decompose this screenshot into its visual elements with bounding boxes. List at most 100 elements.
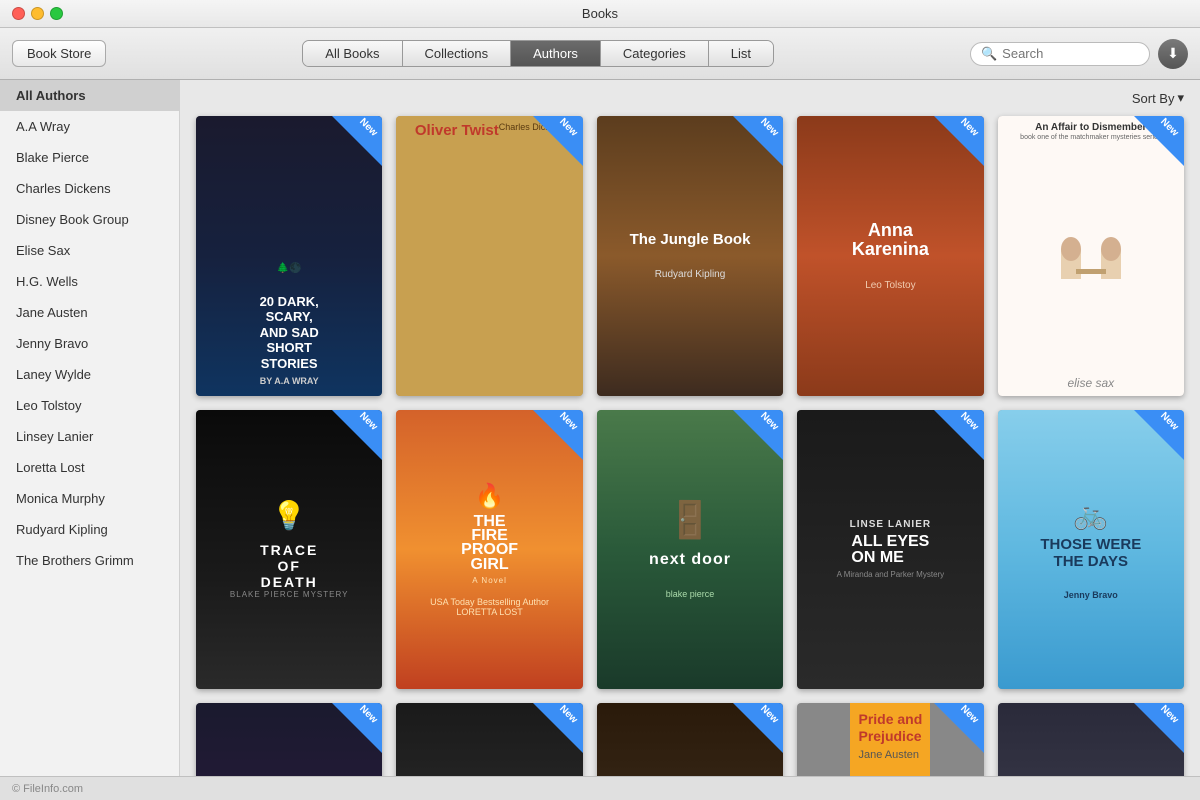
tab-collections[interactable]: Collections <box>403 41 512 66</box>
minimize-button[interactable] <box>31 7 44 20</box>
book-title: Pride andPrejudice <box>858 711 922 745</box>
book-title: next door <box>649 551 731 569</box>
book-badge-new: New <box>533 410 583 460</box>
book-author: Leo Tolstoy <box>865 280 915 291</box>
book-author: Jenny Bravo <box>1064 590 1118 600</box>
badge-label: New <box>357 410 379 432</box>
book-badge-new: New <box>332 116 382 166</box>
book-illustration <box>1051 142 1131 375</box>
book-card-affair-dismember[interactable]: An Affair to Dismember book one of the m… <box>998 116 1184 396</box>
book-badge-new: New <box>533 703 583 753</box>
sort-by-button[interactable]: Sort By ▾ <box>1132 90 1184 106</box>
toolbar: Book Store All Books Collections Authors… <box>0 28 1200 80</box>
sidebar-item-disney-book-group[interactable]: Disney Book Group <box>0 204 179 235</box>
book-card-pride-and-prejudice[interactable]: Pride andPrejudice Jane Austen New <box>797 703 983 776</box>
book-card-anna-karenina[interactable]: AnnaKarenina Leo Tolstoy New <box>797 116 983 396</box>
book-author: Jane Austen <box>858 749 922 761</box>
footer-credit: © FileInfo.com <box>12 783 83 795</box>
book-badge-new: New <box>934 116 984 166</box>
book-card-grimms-fairy-tales[interactable]: 📖 Grimm's FairyTales Wilhelm Grimm New <box>998 703 1184 776</box>
sidebar-item-aa-wray[interactable]: A.A Wray <box>0 111 179 142</box>
sidebar-item-hg-wells[interactable]: H.G. Wells <box>0 266 179 297</box>
main-layout: All Authors A.A Wray Blake Pierce Charle… <box>0 80 1200 776</box>
book-badge-new: New <box>934 703 984 753</box>
book-card-just-friends[interactable]: 💧 just friends Monica Murphy New <box>196 703 382 776</box>
book-badge-new: New <box>1134 410 1184 460</box>
sidebar-item-jenny-bravo[interactable]: Jenny Bravo <box>0 328 179 359</box>
sidebar-item-jane-austen[interactable]: Jane Austen <box>0 297 179 328</box>
badge-label: New <box>357 704 379 726</box>
sidebar-item-laney-wylde[interactable]: Laney Wylde <box>0 359 179 390</box>
tab-categories[interactable]: Categories <box>601 41 709 66</box>
badge-label: New <box>557 116 579 138</box>
search-icon: 🔍 <box>981 46 997 62</box>
book-badge-new: New <box>332 410 382 460</box>
book-badge-new: New <box>1134 116 1184 166</box>
badge-label: New <box>958 704 980 726</box>
sidebar-item-elise-sax[interactable]: Elise Sax <box>0 235 179 266</box>
book-series-author: Linse Lanier <box>850 519 931 530</box>
book-author: blake pierce <box>666 589 715 599</box>
badge-label: New <box>958 116 980 138</box>
maximize-button[interactable] <box>50 7 63 20</box>
book-card-jungle-book[interactable]: The Jungle Book Rudyard Kipling New <box>597 116 783 396</box>
book-author: Rudyard Kipling <box>655 269 726 280</box>
book-card-20-dark-scary[interactable]: 🌲🌑 20 Dark,Scary,and SadShortStories BY … <box>196 116 382 396</box>
book-author: BY A.A WRAY <box>260 376 319 386</box>
badge-label: New <box>557 704 579 726</box>
sidebar: All Authors A.A Wray Blake Pierce Charle… <box>0 80 180 776</box>
book-card-next-door[interactable]: 🚪 next door blake pierce New <box>597 410 783 690</box>
book-card-all-eyes-on-me[interactable]: Linse Lanier All Eyeson Me A Miranda and… <box>797 410 983 690</box>
sidebar-item-linsey-lanier[interactable]: Linsey Lanier <box>0 421 179 452</box>
sidebar-item-loretta-lost[interactable]: Loretta Lost <box>0 452 179 483</box>
book-title: Oliver Twist <box>415 122 499 139</box>
titlebar: Books <box>0 0 1200 28</box>
book-subtitle: A Novel <box>472 576 507 585</box>
book-title: An Affair to Dismember <box>1035 122 1146 134</box>
search-box: 🔍 <box>970 42 1150 66</box>
close-button[interactable] <box>12 7 25 20</box>
sidebar-item-all-authors[interactable]: All Authors <box>0 80 179 111</box>
book-illustration: 🔥 <box>475 482 505 511</box>
sidebar-item-blake-pierce[interactable]: Blake Pierce <box>0 142 179 173</box>
book-badge-new: New <box>332 703 382 753</box>
badge-label: New <box>1159 116 1181 138</box>
tab-all-books[interactable]: All Books <box>303 41 402 66</box>
sidebar-item-brothers-grimm[interactable]: The Brothers Grimm <box>0 545 179 576</box>
book-author: USA Today Bestselling AuthorLORETTA LOST <box>430 597 549 617</box>
book-title: The Jungle Book <box>630 231 751 249</box>
book-title: 20 Dark,Scary,and SadShortStories <box>260 294 319 372</box>
book-badge-new: New <box>733 410 783 460</box>
tab-authors[interactable]: Authors <box>511 41 601 66</box>
book-card-those-were-the-days[interactable]: 🚲 Those WereThe Days Jenny Bravo New <box>998 410 1184 690</box>
book-badge-new: New <box>733 703 783 753</box>
sidebar-item-rudyard-kipling[interactable]: Rudyard Kipling <box>0 514 179 545</box>
sidebar-item-charles-dickens[interactable]: Charles Dickens <box>0 173 179 204</box>
badge-label: New <box>557 410 579 432</box>
book-card-oliver-twist[interactable]: Oliver Twist Charles Dickens New <box>396 116 582 396</box>
book-illustration: 💡 <box>272 499 307 532</box>
book-badge-new: New <box>1134 703 1184 753</box>
book-author: Blake Pierce Mystery <box>230 590 349 599</box>
search-input[interactable] <box>1002 46 1132 61</box>
book-illustration: 🚪 <box>668 499 713 541</box>
sidebar-item-monica-murphy[interactable]: Monica Murphy <box>0 483 179 514</box>
badge-label: New <box>758 410 780 432</box>
download-button[interactable]: ⬇ <box>1158 39 1188 69</box>
footer: © FileInfo.com <box>0 776 1200 800</box>
book-card-fireproof-girl[interactable]: 🔥 TheFireProofGirl A Novel USA Today Bes… <box>396 410 582 690</box>
book-card-if-she-were-blind[interactable]: ⚖️ If SheWereBlind The After Twelve Seri… <box>396 703 582 776</box>
bookstore-button[interactable]: Book Store <box>12 40 106 67</box>
window-controls <box>12 7 63 20</box>
badge-label: New <box>1159 410 1181 432</box>
badge-label: New <box>758 704 780 726</box>
book-badge-new: New <box>533 116 583 166</box>
content-area: Sort By ▾ 🌲🌑 20 Dark,Scary,and SadShortS… <box>180 80 1200 776</box>
book-title: AnnaKarenina <box>852 221 929 261</box>
book-card-trace-of-death[interactable]: 💡 TraceofDeath Blake Pierce Mystery New <box>196 410 382 690</box>
tab-list[interactable]: List <box>709 41 773 66</box>
sidebar-item-leo-tolstoy[interactable]: Leo Tolstoy <box>0 390 179 421</box>
book-cover-top: Pride andPrejudice Jane Austen <box>850 703 930 776</box>
book-card-time-machine[interactable]: ⚙️ theTimeMachine H. G. Wells New <box>597 703 783 776</box>
book-grid: 🌲🌑 20 Dark,Scary,and SadShortStories BY … <box>196 116 1184 776</box>
